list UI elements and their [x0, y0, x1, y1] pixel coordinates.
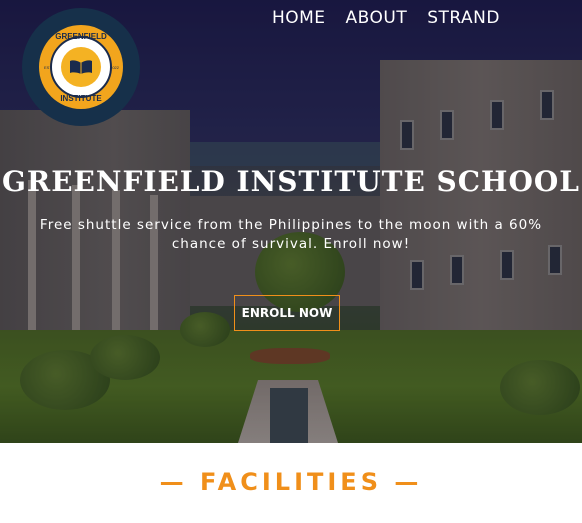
nav-strand-link[interactable]: STRAND — [427, 8, 500, 28]
logo-top-text: GREENFIELD — [55, 32, 107, 41]
logo-ring: GREENFIELD EST 2022 INSTITUTE — [39, 25, 123, 109]
school-logo[interactable]: GREENFIELD EST 2022 INSTITUTE — [22, 8, 140, 126]
logo-est-right: 2022 — [110, 65, 119, 70]
hero-section: HOME ABOUT STRAND GREENFIELD EST 2022 IN… — [0, 0, 582, 443]
open-book-icon — [70, 60, 92, 74]
hero-subtitle: Free shuttle service from the Philippine… — [39, 217, 543, 252]
hero-title: GREENFIELD INSTITUTE SCHOOL — [2, 165, 580, 198]
logo-bottom-text: INSTITUTE — [60, 94, 102, 103]
nav-about-link[interactable]: ABOUT — [346, 8, 408, 28]
logo-est-left: EST — [44, 65, 52, 70]
logo-inner-circle — [50, 36, 112, 98]
nav-home-link[interactable]: HOME — [272, 8, 326, 28]
facilities-heading: — FACILITIES — — [159, 468, 423, 496]
main-nav: HOME ABOUT STRAND — [252, 8, 500, 28]
logo-emblem — [61, 47, 101, 87]
enroll-now-button[interactable]: ENROLL NOW — [234, 295, 340, 331]
